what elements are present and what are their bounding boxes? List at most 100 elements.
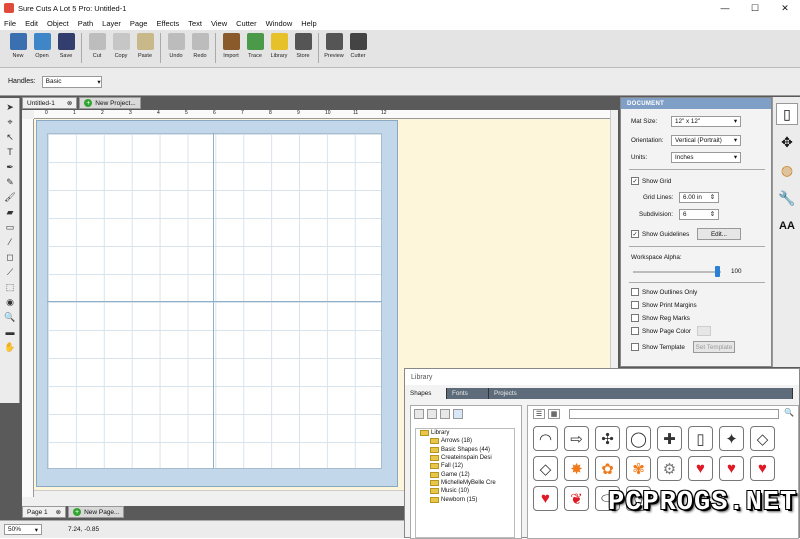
tree-item[interactable]: Game (12)	[416, 470, 514, 478]
zoom-tool-icon[interactable]: 🔍	[4, 311, 16, 323]
paste-button[interactable]: Paste	[133, 33, 157, 59]
color-palette-icon[interactable]: ◍	[776, 159, 798, 181]
eraser-tool-icon[interactable]: ▰	[4, 206, 16, 218]
close-tab-icon[interactable]: ⊗	[67, 99, 72, 107]
flower-orange-icon[interactable]: ✸	[564, 456, 589, 481]
subdivision-stepper[interactable]: 6 ⇕	[679, 209, 719, 220]
select-arrow-icon[interactable]: ➤	[4, 101, 16, 113]
copy-button[interactable]: Copy	[109, 33, 133, 59]
menu-help[interactable]: Help	[301, 19, 316, 28]
text-format-icon[interactable]: AA	[776, 215, 798, 237]
tree-item[interactable]: MichelleMyBelle Cre	[416, 479, 514, 487]
cutter-button[interactable]: Cutter	[346, 33, 370, 59]
page-color-swatch[interactable]	[697, 326, 711, 336]
show-print-margins-checkbox[interactable]	[631, 301, 639, 309]
tree-item[interactable]: Library	[416, 429, 514, 437]
knife-tool-icon[interactable]: ⟋	[4, 266, 16, 278]
redo-button[interactable]: Redo	[188, 33, 212, 59]
rounded-rect-shape-icon[interactable]: ▯	[688, 426, 713, 451]
new-button[interactable]: New	[6, 33, 30, 59]
star-shape-icon[interactable]: ✦	[719, 426, 744, 451]
search-icon[interactable]: 🔍	[784, 408, 796, 420]
show-page-color-checkbox[interactable]	[631, 327, 639, 335]
flower-orange-icon[interactable]: ✾	[626, 456, 651, 481]
menu-view[interactable]: View	[211, 19, 227, 28]
arc-shape-icon[interactable]: ◠	[533, 426, 558, 451]
import-button[interactable]: Import	[219, 33, 243, 59]
heart-red-icon[interactable]: ♥	[533, 486, 558, 511]
store-button[interactable]: Store	[291, 33, 315, 59]
close-page-icon[interactable]: ⊗	[56, 508, 61, 516]
menu-window[interactable]: Window	[266, 19, 293, 28]
show-guidelines-checkbox[interactable]: ✓	[631, 230, 639, 238]
node-edit-icon[interactable]: ⌖	[4, 116, 16, 128]
document-icon[interactable]: ▯	[776, 103, 798, 125]
circle-shape-icon[interactable]: ◯	[626, 426, 651, 451]
pen-tool-icon[interactable]: ✒	[4, 161, 16, 173]
show-outlines-checkbox[interactable]	[631, 288, 639, 296]
menu-file[interactable]: File	[4, 19, 16, 28]
preview-button[interactable]: Preview	[322, 33, 346, 59]
pencil-tool-icon[interactable]: ✎	[4, 176, 16, 188]
transform-tool-icon[interactable]: ⬚	[4, 281, 16, 293]
alpha-slider-track[interactable]	[633, 271, 721, 273]
move-arrows-icon[interactable]: ✥	[776, 131, 798, 153]
diamond-shape-icon[interactable]: ◇	[750, 426, 775, 451]
delete-icon[interactable]	[427, 409, 437, 419]
orientation-select[interactable]: Vertical (Portrait) ▾	[671, 135, 741, 146]
heart-red-icon[interactable]: ♥	[750, 456, 775, 481]
menu-text[interactable]: Text	[188, 19, 202, 28]
trace-button[interactable]: Trace	[243, 33, 267, 59]
minimize-button[interactable]: —	[710, 0, 740, 16]
flower-orange-icon[interactable]: ✿	[595, 456, 620, 481]
cross-shape-icon[interactable]: ✚	[657, 426, 682, 451]
menu-edit[interactable]: Edit	[25, 19, 38, 28]
show-grid-checkbox[interactable]: ✓	[631, 177, 639, 185]
import-icon[interactable]	[440, 409, 450, 419]
brush-tool-icon[interactable]: 🖌	[4, 191, 16, 203]
shadow-tool-icon[interactable]: ◉	[4, 296, 16, 308]
arrow-shape-icon[interactable]: ⇨	[564, 426, 589, 451]
menu-cutter[interactable]: Cutter	[236, 19, 256, 28]
measure-tool-icon[interactable]: ▬	[4, 326, 16, 338]
maximize-button[interactable]: ☐	[740, 0, 770, 16]
open-button[interactable]: Open	[30, 33, 54, 59]
menu-effects[interactable]: Effects	[156, 19, 179, 28]
list-view-icon[interactable]: ☰	[533, 409, 545, 419]
alpha-slider-handle[interactable]	[715, 266, 720, 277]
grid-view-icon[interactable]: ▦	[548, 409, 560, 419]
tree-item[interactable]: Fall (12)	[416, 462, 514, 470]
badge-shape-icon[interactable]: ✣	[595, 426, 620, 451]
menu-page[interactable]: Page	[130, 19, 148, 28]
tab-new-project[interactable]: + New Project...	[79, 97, 141, 109]
spinner-icon[interactable]: ⇕	[710, 211, 715, 218]
lips-icon[interactable]: ❦	[564, 486, 589, 511]
tab-untitled-1[interactable]: Untitled-1 ⊗	[22, 97, 78, 109]
tab-projects[interactable]: Projects	[489, 388, 793, 399]
refresh-icon[interactable]	[453, 409, 463, 419]
rectangle-tool-icon[interactable]: ▭	[4, 221, 16, 233]
text-tool-icon[interactable]: T	[4, 146, 16, 158]
spinner-icon[interactable]: ⇕	[710, 194, 715, 201]
new-folder-icon[interactable]	[414, 409, 424, 419]
tree-item[interactable]: Basic Shapes (44)	[416, 446, 514, 454]
tree-item[interactable]: Createinspain Desi	[416, 454, 514, 462]
tab-new-page[interactable]: + New Page...	[68, 506, 125, 518]
heart-red-icon[interactable]: ♥	[688, 456, 713, 481]
show-template-checkbox[interactable]	[631, 343, 639, 351]
diamond-outline-icon[interactable]: ◇	[533, 456, 558, 481]
library-button[interactable]: Library	[267, 33, 291, 59]
eyedropper-tool-icon[interactable]: ⁄	[4, 236, 16, 248]
menu-path[interactable]: Path	[78, 19, 93, 28]
library-search-input[interactable]	[569, 409, 779, 419]
horizontal-scrollbar[interactable]	[34, 490, 404, 498]
tab-fonts[interactable]: Fonts	[447, 388, 489, 399]
undo-button[interactable]: Undo	[164, 33, 188, 59]
set-template-button[interactable]: Set Template	[693, 341, 735, 353]
handles-select[interactable]: Basic ▾	[41, 75, 102, 88]
save-button[interactable]: Save	[54, 33, 78, 59]
heart-red-icon[interactable]: ♥	[719, 456, 744, 481]
grid-lines-stepper[interactable]: 6.00 in ⇕	[679, 192, 719, 203]
close-button[interactable]: ✕	[770, 0, 800, 16]
crop-tool-icon[interactable]: ◻	[4, 251, 16, 263]
